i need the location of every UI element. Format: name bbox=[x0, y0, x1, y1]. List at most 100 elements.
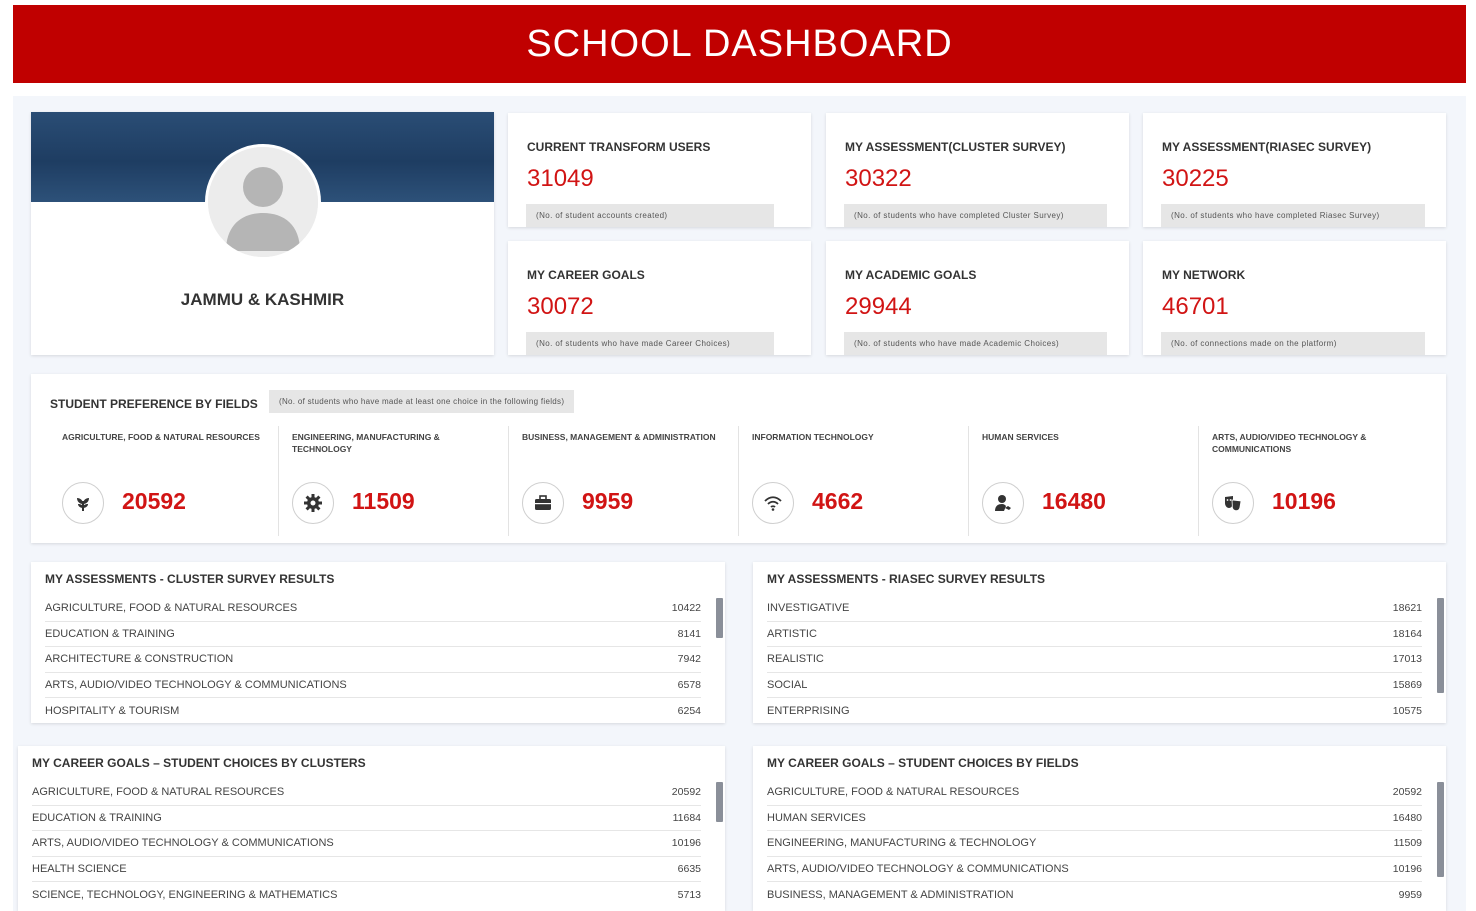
row-value: 20592 bbox=[671, 786, 701, 799]
plant-icon bbox=[62, 482, 104, 524]
row-value: 10422 bbox=[671, 602, 701, 615]
stat-card-transform-users[interactable]: CURRENT TRANSFORM USERS 31049 (No. of st… bbox=[508, 113, 811, 227]
row-label: AGRICULTURE, FOOD & NATURAL RESOURCES bbox=[767, 786, 1020, 799]
user-silhouette-icon bbox=[208, 147, 318, 257]
table-row[interactable]: ARTS, AUDIO/VIDEO TECHNOLOGY & COMMUNICA… bbox=[32, 831, 701, 857]
row-label: ENGINEERING, MANUFACTURING & TECHNOLOGY bbox=[767, 837, 1037, 850]
results-list: AGRICULTURE, FOOD & NATURAL RESOURCES 205… bbox=[767, 780, 1422, 908]
stat-title: MY ASSESSMENT(RIASEC SURVEY) bbox=[1162, 140, 1372, 154]
preference-field[interactable]: HUMAN SERVICES 16480 bbox=[982, 426, 1199, 536]
preference-field[interactable]: BUSINESS, MANAGEMENT & ADMINISTRATION 99… bbox=[522, 426, 739, 536]
table-row[interactable]: AGRICULTURE, FOOD & NATURAL RESOURCES 205… bbox=[767, 780, 1422, 806]
table-row[interactable]: ARTISTIC 18164 bbox=[767, 622, 1422, 647]
field-value: 11509 bbox=[352, 488, 415, 514]
results-list: AGRICULTURE, FOOD & NATURAL RESOURCES 104… bbox=[45, 596, 701, 724]
row-label: EDUCATION & TRAINING bbox=[45, 627, 175, 640]
row-value: 9959 bbox=[1398, 888, 1422, 901]
preference-field[interactable]: INFORMATION TECHNOLOGY 4662 bbox=[752, 426, 969, 536]
preference-field[interactable]: AGRICULTURE, FOOD & NATURAL RESOURCES 20… bbox=[62, 426, 279, 536]
career-goals-clusters-panel: MY CAREER GOALS – STUDENT CHOICES BY CLU… bbox=[18, 746, 725, 911]
table-row[interactable]: SOCIAL 15869 bbox=[767, 673, 1422, 698]
row-value: 11509 bbox=[1393, 837, 1422, 850]
row-value: 20592 bbox=[1392, 786, 1422, 799]
row-label: REALISTIC bbox=[767, 653, 824, 666]
results-list: AGRICULTURE, FOOD & NATURAL RESOURCES 205… bbox=[32, 780, 701, 908]
row-label: HEALTH SCIENCE bbox=[32, 862, 127, 875]
field-value: 16480 bbox=[1042, 488, 1106, 514]
theater-masks-icon bbox=[1212, 482, 1254, 524]
table-row[interactable]: INVESTIGATIVE 18621 bbox=[767, 596, 1422, 622]
stat-value: 30322 bbox=[845, 165, 912, 192]
field-value: 20592 bbox=[122, 488, 186, 514]
row-value: 10575 bbox=[1392, 704, 1422, 717]
stat-card-riasec-survey[interactable]: MY ASSESSMENT(RIASEC SURVEY) 30225 (No. … bbox=[1143, 113, 1446, 227]
school-name: JAMMU & KASHMIR bbox=[180, 290, 345, 309]
stat-note: (No. of students who have completed Rias… bbox=[1161, 204, 1425, 227]
table-row[interactable]: ARCHITECTURE & CONSTRUCTION 7942 bbox=[45, 647, 701, 673]
row-label: INVESTIGATIVE bbox=[767, 602, 850, 615]
scrollbar-thumb[interactable] bbox=[716, 598, 723, 638]
stat-card-career-goals[interactable]: MY CAREER GOALS 30072 (No. of students w… bbox=[508, 241, 811, 355]
table-row[interactable]: REALISTIC 17013 bbox=[767, 647, 1422, 673]
table-row[interactable]: HOSPITALITY & TOURISM 6254 bbox=[45, 698, 701, 724]
table-row[interactable]: EDUCATION & TRAINING 11684 bbox=[32, 806, 701, 831]
stat-note: (No. of students who have made Career Ch… bbox=[526, 332, 774, 355]
row-value: 6254 bbox=[677, 704, 701, 717]
table-row[interactable]: EDUCATION & TRAINING 8141 bbox=[45, 622, 701, 647]
results-list: INVESTIGATIVE 18621 ARTISTIC 18164 REALIST… bbox=[767, 596, 1422, 724]
row-value: 18164 bbox=[1392, 627, 1422, 640]
scrollbar-thumb[interactable] bbox=[716, 782, 723, 822]
row-value: 17013 bbox=[1392, 653, 1422, 666]
table-row[interactable]: AGRICULTURE, FOOD & NATURAL RESOURCES 104… bbox=[45, 596, 701, 622]
stat-note: (No. of students who have completed Clus… bbox=[844, 204, 1107, 227]
page-title-banner: SCHOOL DASHBOARD bbox=[13, 5, 1466, 83]
stat-title: MY CAREER GOALS bbox=[527, 268, 645, 282]
table-row[interactable]: ARTS, AUDIO/VIDEO TECHNOLOGY & COMMUNICA… bbox=[767, 857, 1422, 882]
scrollbar-thumb[interactable] bbox=[1437, 598, 1444, 693]
stat-card-network[interactable]: MY NETWORK 46701 (No. of connections mad… bbox=[1143, 241, 1446, 355]
row-label: AGRICULTURE, FOOD & NATURAL RESOURCES bbox=[45, 602, 298, 615]
field-value: 4662 bbox=[812, 488, 864, 514]
field-label: AGRICULTURE, FOOD & NATURAL RESOURCES bbox=[62, 432, 260, 442]
preference-field[interactable]: ENGINEERING, MANUFACTURING & TECHNOLOGY … bbox=[292, 426, 509, 536]
stat-title: MY ACADEMIC GOALS bbox=[845, 268, 977, 282]
row-label: EDUCATION & TRAINING bbox=[32, 811, 162, 824]
row-label: AGRICULTURE, FOOD & NATURAL RESOURCES bbox=[32, 786, 285, 799]
row-label: ENTERPRISING bbox=[767, 704, 850, 717]
stat-value: 30072 bbox=[527, 293, 594, 320]
row-value: 7942 bbox=[677, 653, 701, 666]
panel-title: MY ASSESSMENTS - RIASEC SURVEY RESULTS bbox=[767, 572, 1046, 586]
field-value: 10196 bbox=[1272, 488, 1336, 514]
stat-card-cluster-survey[interactable]: MY ASSESSMENT(CLUSTER SURVEY) 30322 (No.… bbox=[826, 113, 1129, 227]
table-row[interactable]: HEALTH SCIENCE 6635 bbox=[32, 857, 701, 882]
preference-field[interactable]: ARTS, AUDIO/VIDEO TECHNOLOGY & COMMUNICA… bbox=[1212, 426, 1429, 536]
stat-card-academic-goals[interactable]: MY ACADEMIC GOALS 29944 (No. of students… bbox=[826, 241, 1129, 355]
field-value: 9959 bbox=[582, 488, 634, 514]
avatar bbox=[205, 144, 321, 260]
field-label: ARTS, AUDIO/VIDEO TECHNOLOGY & COMMUNICA… bbox=[1212, 432, 1367, 454]
table-row[interactable]: AGRICULTURE, FOOD & NATURAL RESOURCES 205… bbox=[32, 780, 701, 806]
panel-title: MY ASSESSMENTS - CLUSTER SURVEY RESULTS bbox=[45, 572, 335, 586]
table-row[interactable]: ARTS, AUDIO/VIDEO TECHNOLOGY & COMMUNICA… bbox=[45, 673, 701, 698]
scrollbar-thumb[interactable] bbox=[1437, 782, 1444, 877]
gear-icon bbox=[292, 482, 334, 524]
row-label: HOSPITALITY & TOURISM bbox=[45, 704, 180, 717]
row-value: 5713 bbox=[677, 888, 701, 901]
row-value: 10196 bbox=[1392, 862, 1422, 875]
row-value: 16480 bbox=[1392, 811, 1422, 824]
table-row[interactable]: SCIENCE, TECHNOLOGY, ENGINEERING & MATHE… bbox=[32, 882, 701, 908]
row-value: 8141 bbox=[677, 627, 701, 640]
table-row[interactable]: BUSINESS, MANAGEMENT & ADMINISTRATION 995… bbox=[767, 882, 1422, 908]
panel-title: MY CAREER GOALS – STUDENT CHOICES BY CLU… bbox=[32, 756, 366, 770]
riasec-survey-results-panel: MY ASSESSMENTS - RIASEC SURVEY RESULTS I… bbox=[753, 562, 1446, 723]
student-preference-panel: STUDENT PREFERENCE BY FIELDS (No. of stu… bbox=[31, 374, 1446, 543]
row-value: 6578 bbox=[677, 678, 701, 691]
user-service-icon bbox=[982, 482, 1024, 524]
stat-title: CURRENT TRANSFORM USERS bbox=[527, 140, 711, 154]
table-row[interactable]: HUMAN SERVICES 16480 bbox=[767, 806, 1422, 831]
row-label: ARTISTIC bbox=[767, 627, 817, 640]
table-row[interactable]: ENTERPRISING 10575 bbox=[767, 698, 1422, 724]
field-label: ENGINEERING, MANUFACTURING & TECHNOLOGY bbox=[292, 432, 440, 454]
panel-title: MY CAREER GOALS – STUDENT CHOICES BY FIE… bbox=[767, 756, 1079, 770]
table-row[interactable]: ENGINEERING, MANUFACTURING & TECHNOLOGY 1… bbox=[767, 831, 1422, 857]
